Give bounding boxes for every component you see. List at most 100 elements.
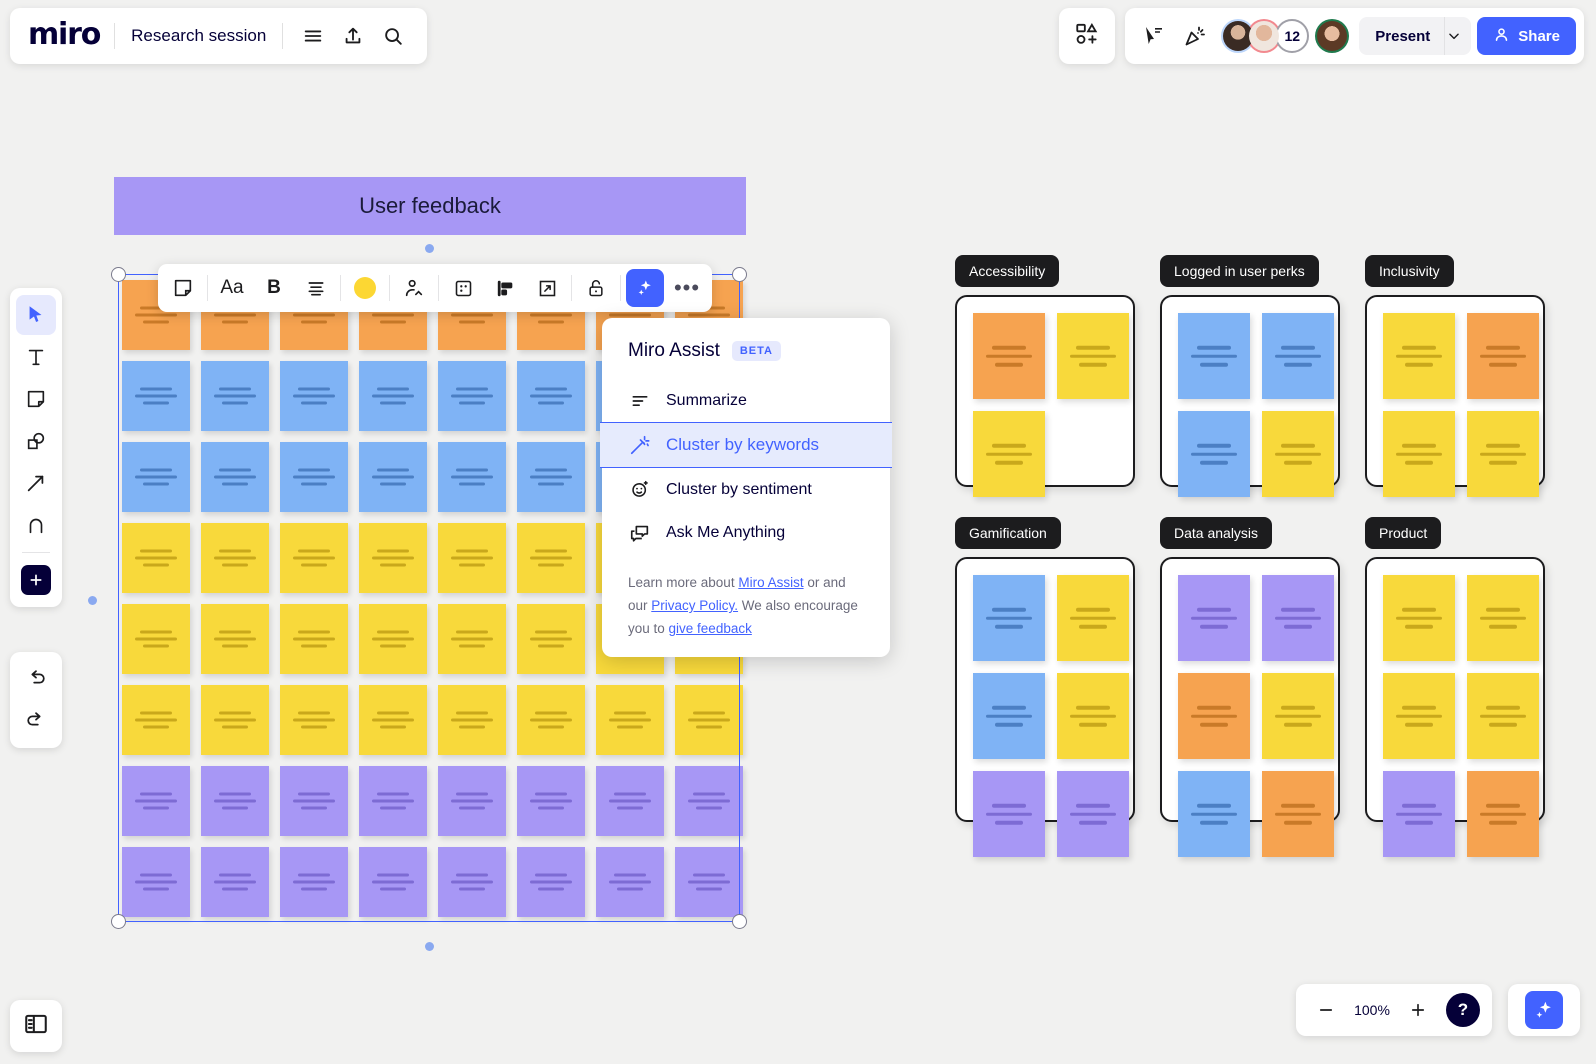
give-feedback-link[interactable]: give feedback	[669, 621, 752, 636]
sticky-note[interactable]	[438, 766, 506, 836]
font-button[interactable]: Aa	[211, 268, 253, 308]
frame-label[interactable]: Data analysis	[1160, 517, 1273, 549]
sticky-note[interactable]	[280, 523, 348, 593]
color-button[interactable]	[344, 268, 386, 308]
assign-button[interactable]	[393, 268, 435, 308]
sticky-note[interactable]	[359, 847, 427, 917]
ai-assist-button[interactable]	[624, 268, 666, 308]
sticky-note[interactable]	[973, 771, 1045, 857]
sticky-note[interactable]	[517, 766, 585, 836]
sticky-note[interactable]	[201, 523, 269, 593]
user-feedback-banner[interactable]: User feedback	[114, 177, 746, 235]
cluster-frame[interactable]	[1160, 295, 1340, 497]
sticky-note[interactable]	[1467, 411, 1539, 497]
sticky-note[interactable]	[1178, 771, 1250, 857]
sticky-note[interactable]	[122, 604, 190, 674]
sticky-note-tool[interactable]	[16, 379, 56, 419]
cursor-share-button[interactable]	[1133, 16, 1173, 56]
assist-item-cluster-by-sentiment[interactable]: Cluster by sentiment	[602, 468, 890, 511]
sticky-note[interactable]	[122, 361, 190, 431]
board-title[interactable]: Research session	[115, 26, 282, 46]
collaborator-count-badge[interactable]: 12	[1275, 19, 1310, 53]
cluster-frame[interactable]	[1160, 557, 1340, 857]
sticky-note[interactable]	[201, 766, 269, 836]
sticky-note[interactable]	[973, 575, 1045, 661]
sticky-note[interactable]	[359, 523, 427, 593]
board-canvas[interactable]: User feedback Accessibility Logged in use…	[0, 0, 1596, 1064]
chevron-down-icon[interactable]	[1444, 17, 1471, 55]
sticky-note[interactable]	[1178, 313, 1250, 399]
sticky-note[interactable]	[1178, 673, 1250, 759]
sticky-note[interactable]	[438, 604, 506, 674]
miro-assist-link[interactable]: Miro Assist	[738, 575, 803, 590]
sticky-note[interactable]	[1383, 771, 1455, 857]
sticky-note[interactable]	[1467, 673, 1539, 759]
sticky-note[interactable]	[517, 685, 585, 755]
align-button[interactable]	[295, 268, 337, 308]
panel-toggle-button[interactable]	[10, 1000, 62, 1052]
sticky-note[interactable]	[1262, 411, 1334, 497]
sticky-note[interactable]	[122, 847, 190, 917]
sticky-note[interactable]	[596, 685, 664, 755]
sticky-note[interactable]	[280, 847, 348, 917]
sticky-note[interactable]	[1383, 575, 1455, 661]
sticky-note[interactable]	[1178, 411, 1250, 497]
selection-dot-top[interactable]	[425, 244, 434, 253]
grid-arrange-button[interactable]	[442, 268, 484, 308]
sticky-note[interactable]	[122, 766, 190, 836]
sticky-note[interactable]	[973, 411, 1045, 497]
avatar[interactable]	[1315, 19, 1350, 53]
miro-assist-panel[interactable]: Miro Assist BETA Summarize Cluster by ke…	[600, 318, 892, 657]
sticky-note[interactable]	[675, 685, 743, 755]
sticky-note[interactable]	[438, 847, 506, 917]
sticky-note[interactable]	[201, 685, 269, 755]
frame-label[interactable]: Inclusivity	[1365, 255, 1454, 287]
sticky-note[interactable]	[438, 361, 506, 431]
sticky-note[interactable]	[280, 604, 348, 674]
frame-label[interactable]: Gamification	[955, 517, 1061, 549]
avatar[interactable]	[1247, 19, 1282, 53]
zoom-level-label[interactable]: 100%	[1350, 1002, 1394, 1018]
shapes-tool[interactable]	[16, 421, 56, 461]
frame-label[interactable]: Accessibility	[955, 255, 1060, 287]
zoom-out-button[interactable]	[1308, 992, 1344, 1028]
distribute-button[interactable]	[484, 268, 526, 308]
more-tools-button[interactable]	[16, 560, 56, 600]
more-options-button[interactable]: •••	[666, 268, 708, 308]
sticky-note[interactable]	[675, 847, 743, 917]
text-tool[interactable]	[16, 337, 56, 377]
sticky-note[interactable]	[1057, 673, 1129, 759]
export-button[interactable]	[333, 16, 373, 56]
shapes-panel-button[interactable]	[1059, 8, 1116, 64]
cluster-frame[interactable]	[1365, 557, 1545, 857]
sticky-note[interactable]	[1178, 575, 1250, 661]
sticky-note[interactable]	[675, 766, 743, 836]
format-toolbar[interactable]: Aa B •••	[158, 264, 712, 312]
sparkle-icon[interactable]	[1525, 991, 1563, 1029]
present-control[interactable]: Present	[1359, 17, 1472, 55]
sticky-note[interactable]	[1057, 771, 1129, 857]
sticky-note[interactable]	[280, 685, 348, 755]
sticky-note[interactable]	[517, 361, 585, 431]
sticky-note[interactable]	[1383, 313, 1455, 399]
zoom-in-button[interactable]	[1400, 992, 1436, 1028]
pen-tool[interactable]	[16, 505, 56, 545]
lock-button[interactable]	[575, 268, 617, 308]
bold-button[interactable]: B	[253, 268, 295, 308]
collaborator-avatars[interactable]: 12	[1221, 19, 1350, 53]
sticky-note[interactable]	[1057, 575, 1129, 661]
frame-label[interactable]: Product	[1365, 517, 1442, 549]
sticky-note-style-button[interactable]	[162, 268, 204, 308]
sticky-note[interactable]	[438, 442, 506, 512]
sticky-note[interactable]	[1262, 673, 1334, 759]
sticky-note[interactable]	[1467, 771, 1539, 857]
sticky-note[interactable]	[1262, 575, 1334, 661]
sticky-note[interactable]	[517, 523, 585, 593]
connector-tool[interactable]	[16, 463, 56, 503]
sticky-note[interactable]	[1057, 313, 1129, 399]
sticky-note[interactable]	[438, 523, 506, 593]
sticky-note[interactable]	[359, 766, 427, 836]
sticky-note[interactable]	[280, 442, 348, 512]
sticky-note[interactable]	[596, 766, 664, 836]
cluster-frame[interactable]	[1365, 295, 1545, 497]
